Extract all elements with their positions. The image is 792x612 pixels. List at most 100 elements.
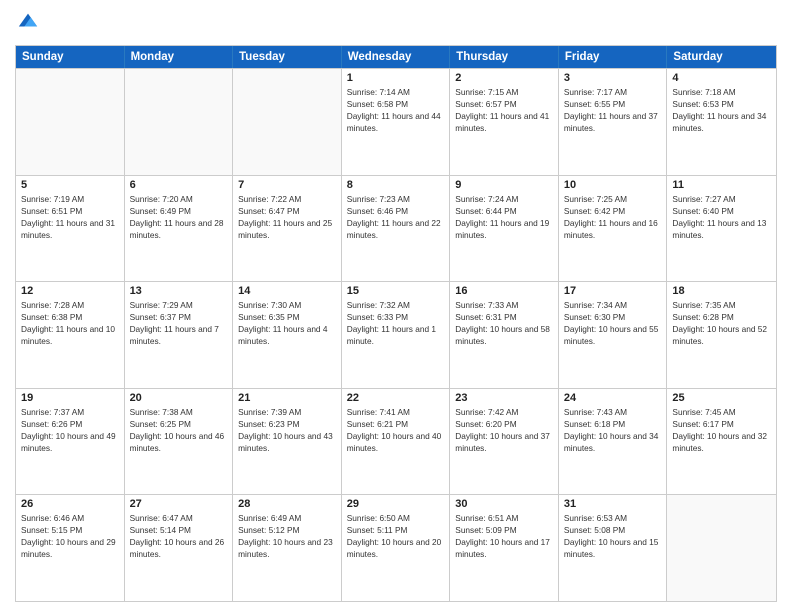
- day-number: 9: [455, 179, 553, 191]
- calendar-cell: 21Sunrise: 7:39 AM Sunset: 6:23 PM Dayli…: [233, 389, 342, 495]
- day-number: 7: [238, 179, 336, 191]
- day-number: 1: [347, 72, 445, 84]
- calendar-cell: 24 Sunrise: 7:43 AM Sunset: 6:18 PM Dayli…: [559, 389, 668, 495]
- calendar-cell: [667, 495, 776, 601]
- day-number: 25: [672, 392, 771, 404]
- day-number: 20: [130, 392, 228, 404]
- calendar-row-4: 19Sunrise: 7:37 AM Sunset: 6:26 PM Dayli…: [16, 388, 776, 495]
- day-info: Sunrise: 6:50 AM Sunset: 5:11 PM Dayligh…: [347, 512, 445, 560]
- day-info: Sunrise: 7:25 AM Sunset: 6:42 PM Dayligh…: [564, 193, 662, 241]
- calendar-body: 1Sunrise: 7:14 AM Sunset: 6:58 PM Daylig…: [16, 68, 776, 601]
- day-info: Sunrise: 7:35 AM Sunset: 6:28 PM Dayligh…: [672, 299, 771, 347]
- day-number: 29: [347, 498, 445, 510]
- header-day-tuesday: Tuesday: [233, 46, 342, 68]
- calendar-cell: [16, 69, 125, 175]
- day-info: Sunrise: 7:19 AM Sunset: 6:51 PM Dayligh…: [21, 193, 119, 241]
- day-number: 28: [238, 498, 336, 510]
- day-info: Sunrise: 7:18 AM Sunset: 6:53 PM Dayligh…: [672, 86, 771, 134]
- day-number: 24: [564, 392, 662, 404]
- calendar-cell: 31 Sunrise: 6:53 AM Sunset: 5:08 PM Dayli…: [559, 495, 668, 601]
- calendar-cell: 18Sunrise: 7:35 AM Sunset: 6:28 PM Dayli…: [667, 282, 776, 388]
- day-info: Sunrise: 6:46 AM Sunset: 5:15 PM Dayligh…: [21, 512, 119, 560]
- calendar-cell: 7 Sunrise: 7:22 AM Sunset: 6:47 PM Daylig…: [233, 176, 342, 282]
- day-info: Sunrise: 7:33 AM Sunset: 6:31 PM Dayligh…: [455, 299, 553, 347]
- calendar-cell: 16 Sunrise: 7:33 AM Sunset: 6:31 PM Dayli…: [450, 282, 559, 388]
- day-info: Sunrise: 6:51 AM Sunset: 5:09 PM Dayligh…: [455, 512, 553, 560]
- header-day-sunday: Sunday: [16, 46, 125, 68]
- day-number: 3: [564, 72, 662, 84]
- logo-icon: [17, 10, 39, 32]
- calendar-cell: 17 Sunrise: 7:34 AM Sunset: 6:30 PM Dayli…: [559, 282, 668, 388]
- calendar-cell: 28Sunrise: 6:49 AM Sunset: 5:12 PM Dayli…: [233, 495, 342, 601]
- day-number: 15: [347, 285, 445, 297]
- day-info: Sunrise: 7:30 AM Sunset: 6:35 PM Dayligh…: [238, 299, 336, 347]
- day-number: 8: [347, 179, 445, 191]
- calendar-cell: 15Sunrise: 7:32 AM Sunset: 6:33 PM Dayli…: [342, 282, 451, 388]
- day-info: Sunrise: 7:34 AM Sunset: 6:30 PM Dayligh…: [564, 299, 662, 347]
- day-info: Sunrise: 7:15 AM Sunset: 6:57 PM Dayligh…: [455, 86, 553, 134]
- calendar-row-1: 1Sunrise: 7:14 AM Sunset: 6:58 PM Daylig…: [16, 68, 776, 175]
- day-info: Sunrise: 7:29 AM Sunset: 6:37 PM Dayligh…: [130, 299, 228, 347]
- calendar-cell: 4 Sunrise: 7:18 AM Sunset: 6:53 PM Daylig…: [667, 69, 776, 175]
- calendar-row-5: 26 Sunrise: 6:46 AM Sunset: 5:15 PM Dayli…: [16, 494, 776, 601]
- calendar-cell: 29 Sunrise: 6:50 AM Sunset: 5:11 PM Dayli…: [342, 495, 451, 601]
- day-number: 11: [672, 179, 771, 191]
- header-day-thursday: Thursday: [450, 46, 559, 68]
- calendar-cell: 3 Sunrise: 7:17 AM Sunset: 6:55 PM Daylig…: [559, 69, 668, 175]
- calendar-cell: 25 Sunrise: 7:45 AM Sunset: 6:17 PM Dayli…: [667, 389, 776, 495]
- day-info: Sunrise: 7:38 AM Sunset: 6:25 PM Dayligh…: [130, 406, 228, 454]
- day-info: Sunrise: 7:28 AM Sunset: 6:38 PM Dayligh…: [21, 299, 119, 347]
- calendar-cell: [233, 69, 342, 175]
- calendar-cell: 14 Sunrise: 7:30 AM Sunset: 6:35 PM Dayli…: [233, 282, 342, 388]
- calendar-cell: 13 Sunrise: 7:29 AM Sunset: 6:37 PM Dayli…: [125, 282, 234, 388]
- calendar-cell: 20 Sunrise: 7:38 AM Sunset: 6:25 PM Dayli…: [125, 389, 234, 495]
- day-info: Sunrise: 7:42 AM Sunset: 6:20 PM Dayligh…: [455, 406, 553, 454]
- calendar-cell: [125, 69, 234, 175]
- day-number: 13: [130, 285, 228, 297]
- day-number: 31: [564, 498, 662, 510]
- calendar-cell: 8 Sunrise: 7:23 AM Sunset: 6:46 PM Daylig…: [342, 176, 451, 282]
- calendar-cell: 23 Sunrise: 7:42 AM Sunset: 6:20 PM Dayli…: [450, 389, 559, 495]
- calendar-cell: 9 Sunrise: 7:24 AM Sunset: 6:44 PM Daylig…: [450, 176, 559, 282]
- day-info: Sunrise: 7:17 AM Sunset: 6:55 PM Dayligh…: [564, 86, 662, 134]
- calendar-cell: 12 Sunrise: 7:28 AM Sunset: 6:38 PM Dayli…: [16, 282, 125, 388]
- day-info: Sunrise: 7:23 AM Sunset: 6:46 PM Dayligh…: [347, 193, 445, 241]
- day-info: Sunrise: 7:41 AM Sunset: 6:21 PM Dayligh…: [347, 406, 445, 454]
- calendar-cell: 10 Sunrise: 7:25 AM Sunset: 6:42 PM Dayli…: [559, 176, 668, 282]
- calendar-cell: 30 Sunrise: 6:51 AM Sunset: 5:09 PM Dayli…: [450, 495, 559, 601]
- day-info: Sunrise: 6:47 AM Sunset: 5:14 PM Dayligh…: [130, 512, 228, 560]
- day-number: 2: [455, 72, 553, 84]
- day-number: 23: [455, 392, 553, 404]
- logo: [15, 10, 41, 37]
- header-day-friday: Friday: [559, 46, 668, 68]
- day-info: Sunrise: 6:53 AM Sunset: 5:08 PM Dayligh…: [564, 512, 662, 560]
- day-number: 6: [130, 179, 228, 191]
- header-day-monday: Monday: [125, 46, 234, 68]
- header-day-wednesday: Wednesday: [342, 46, 451, 68]
- day-number: 14: [238, 285, 336, 297]
- day-info: Sunrise: 7:22 AM Sunset: 6:47 PM Dayligh…: [238, 193, 336, 241]
- day-number: 16: [455, 285, 553, 297]
- day-info: Sunrise: 7:24 AM Sunset: 6:44 PM Dayligh…: [455, 193, 553, 241]
- day-number: 12: [21, 285, 119, 297]
- day-number: 17: [564, 285, 662, 297]
- calendar-cell: 19Sunrise: 7:37 AM Sunset: 6:26 PM Dayli…: [16, 389, 125, 495]
- day-number: 10: [564, 179, 662, 191]
- day-info: Sunrise: 7:43 AM Sunset: 6:18 PM Dayligh…: [564, 406, 662, 454]
- calendar-row-3: 12 Sunrise: 7:28 AM Sunset: 6:38 PM Dayli…: [16, 281, 776, 388]
- day-info: Sunrise: 7:39 AM Sunset: 6:23 PM Dayligh…: [238, 406, 336, 454]
- day-number: 19: [21, 392, 119, 404]
- calendar-cell: 1Sunrise: 7:14 AM Sunset: 6:58 PM Daylig…: [342, 69, 451, 175]
- day-number: 26: [21, 498, 119, 510]
- calendar-cell: 5 Sunrise: 7:19 AM Sunset: 6:51 PM Daylig…: [16, 176, 125, 282]
- day-number: 22: [347, 392, 445, 404]
- calendar-cell: 27 Sunrise: 6:47 AM Sunset: 5:14 PM Dayli…: [125, 495, 234, 601]
- calendar-row-2: 5 Sunrise: 7:19 AM Sunset: 6:51 PM Daylig…: [16, 175, 776, 282]
- day-number: 27: [130, 498, 228, 510]
- day-number: 4: [672, 72, 771, 84]
- calendar-cell: 22 Sunrise: 7:41 AM Sunset: 6:21 PM Dayli…: [342, 389, 451, 495]
- day-number: 30: [455, 498, 553, 510]
- day-info: Sunrise: 7:45 AM Sunset: 6:17 PM Dayligh…: [672, 406, 771, 454]
- day-number: 5: [21, 179, 119, 191]
- calendar-cell: 6Sunrise: 7:20 AM Sunset: 6:49 PM Daylig…: [125, 176, 234, 282]
